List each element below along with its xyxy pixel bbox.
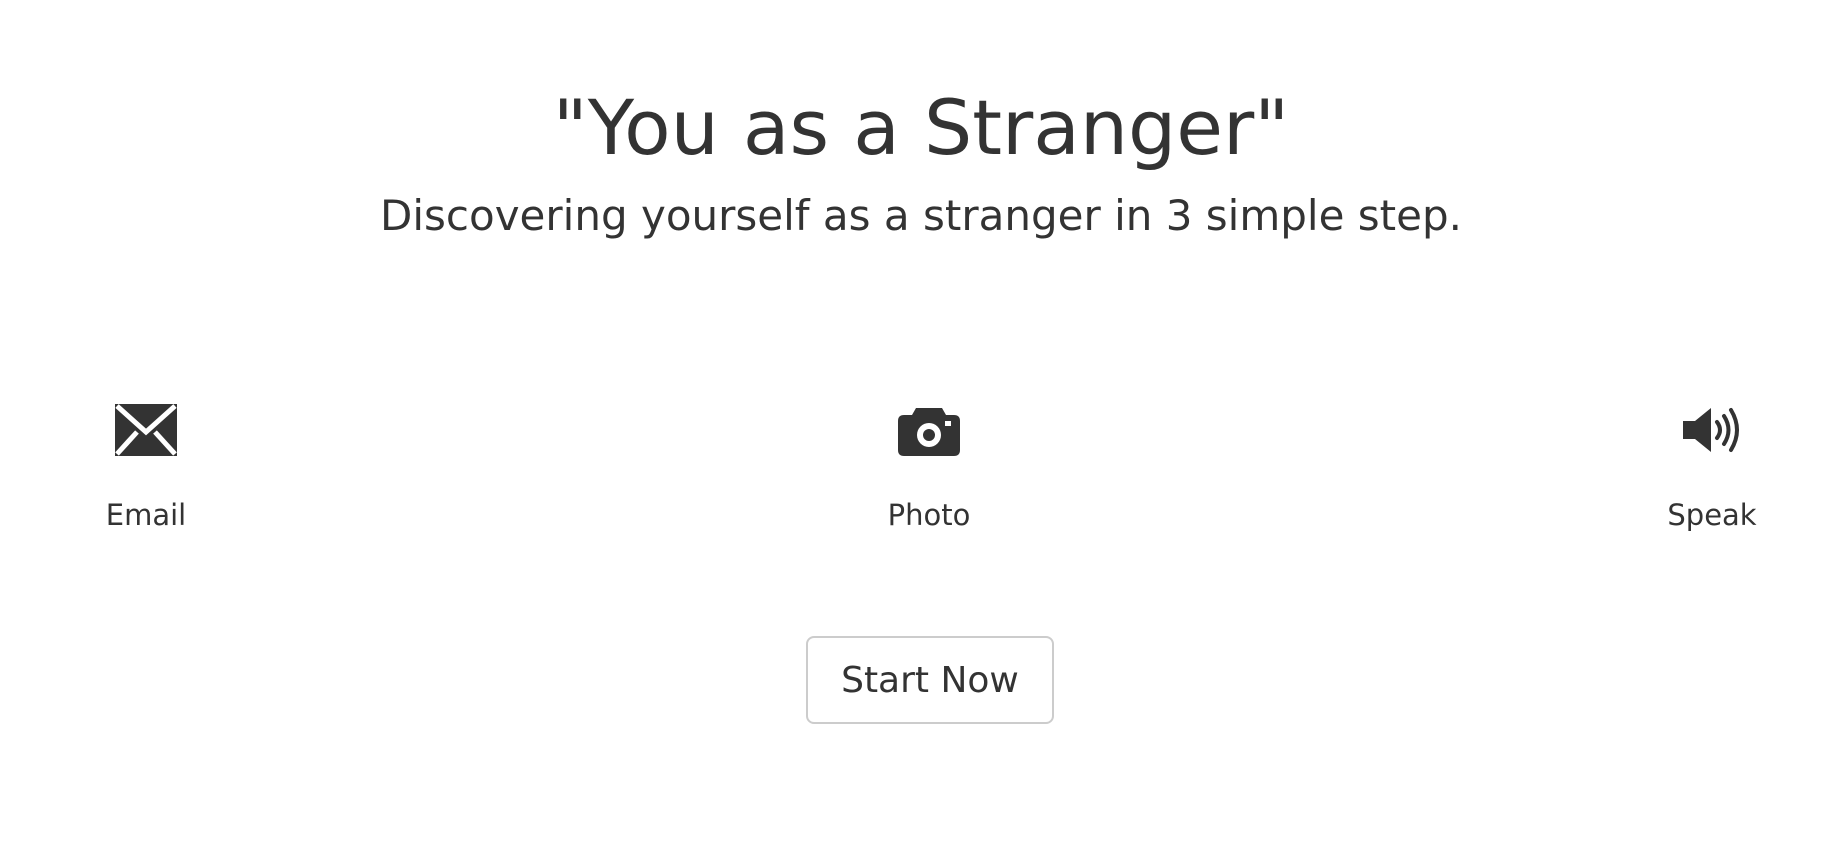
page-title: "You as a Stranger" xyxy=(552,83,1290,172)
start-now-button[interactable]: Start Now xyxy=(806,636,1054,724)
camera-icon xyxy=(829,404,1029,464)
step-photo: Photo xyxy=(829,404,1029,532)
step-label-speak: Speak xyxy=(1667,498,1757,532)
step-label-email: Email xyxy=(105,498,187,532)
step-speak: Speak xyxy=(1612,404,1812,532)
speaker-icon xyxy=(1612,404,1812,464)
landing-page: "You as a Stranger" Discovering yourself… xyxy=(0,0,1842,854)
page-subtitle: Discovering yourself as a stranger in 3 … xyxy=(380,191,1462,240)
envelope-icon xyxy=(46,404,246,464)
step-email: Email xyxy=(46,404,246,532)
step-label-photo: Photo xyxy=(887,498,971,532)
